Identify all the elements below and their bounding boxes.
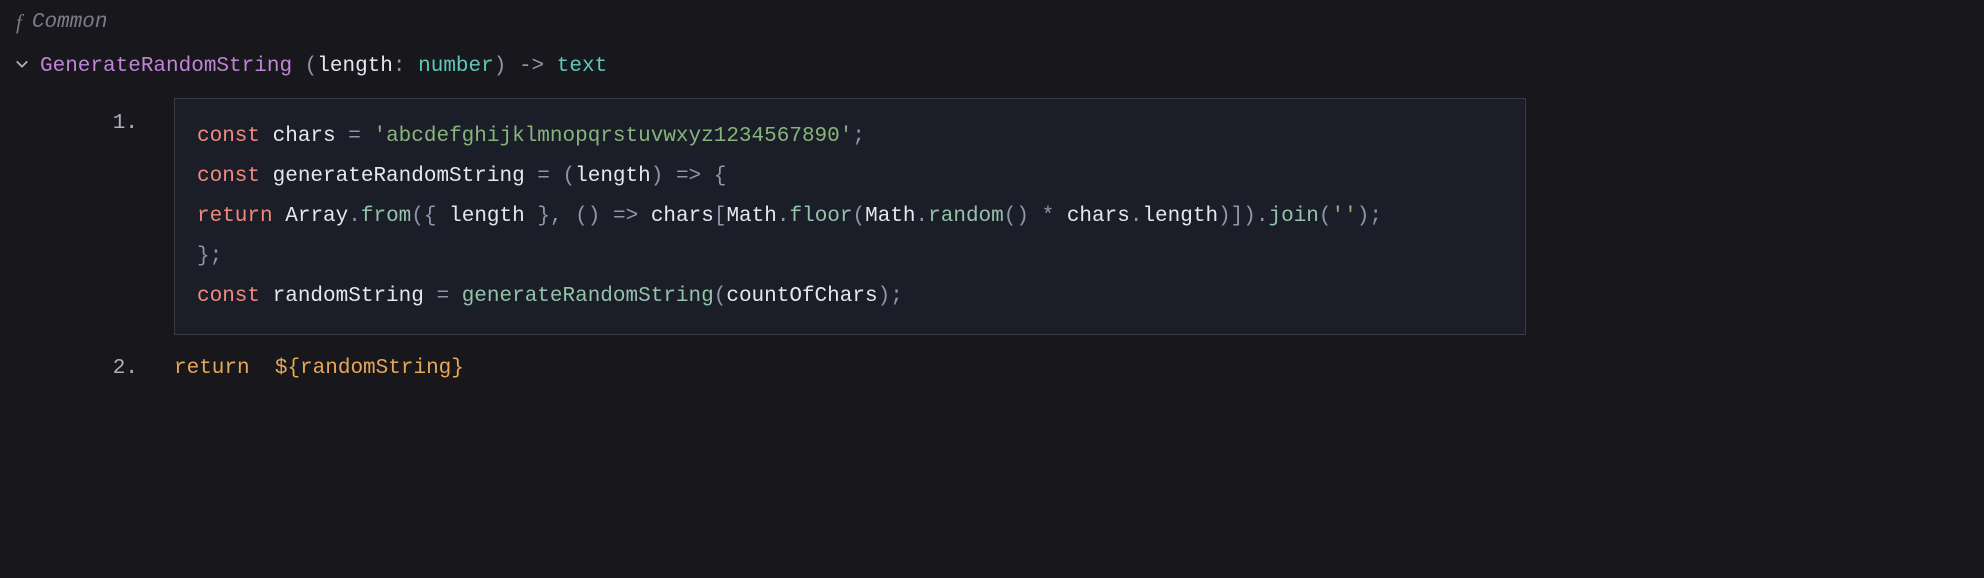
code-block[interactable]: const chars = 'abcdefghijklmnopqrstuvwxy… [174,98,1526,335]
return-type: text [557,55,607,78]
chevron-down-icon[interactable] [14,57,30,76]
return-keyword: return [174,357,250,380]
step-2: 2. return ${randomString} [14,357,1970,380]
function-signature-row[interactable]: GenerateRandomString (length: number) ->… [14,55,1970,78]
function-icon: f [16,10,22,35]
step-number: 1. [14,98,174,135]
function-name: GenerateRandomString [40,55,292,78]
param-name: length [317,55,393,78]
param-type: number [418,55,494,78]
breadcrumb-label: Common [32,11,108,34]
step-1: 1. const chars = 'abcdefghijklmnopqrstuv… [14,98,1970,335]
step-number: 2. [14,357,174,380]
breadcrumb: f Common [14,10,1970,35]
return-statement: return ${randomString} [174,357,464,380]
return-expression: ${randomString} [275,357,464,380]
code-content: const chars = 'abcdefghijklmnopqrstuvwxy… [197,117,1503,316]
function-signature: GenerateRandomString (length: number) ->… [40,55,607,78]
